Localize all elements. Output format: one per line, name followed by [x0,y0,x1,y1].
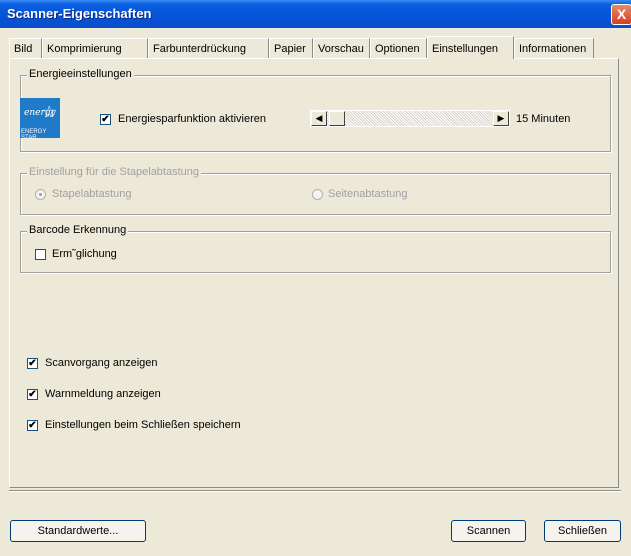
tab-optionen[interactable]: Optionen [370,38,427,58]
show-scan-progress-checkbox[interactable]: ✔ [27,358,38,369]
tab-bild[interactable]: Bild [9,38,42,58]
barcode-enable-label: Erm˜glichung [52,248,117,260]
show-warning-checkbox[interactable]: ✔ [27,389,38,400]
barcode-legend: Barcode Erkennung [27,224,129,236]
barcode-enable-checkbox[interactable] [35,249,46,260]
save-on-close-checkbox[interactable]: ✔ [27,420,38,431]
tab-komprimierung[interactable]: Komprimierung [42,38,148,58]
energy-saving-checkbox[interactable]: ✔ [100,114,111,125]
slider-thumb[interactable] [329,111,345,126]
stack-scan-radio[interactable] [35,189,46,200]
page-scan-label: Seitenabtastung [328,188,408,200]
tab-vorschau[interactable]: Vorschau [313,38,370,58]
window-title: Scanner-Eigenschaften [7,6,152,21]
energy-saving-label: Energiesparfunktion aktivieren [118,113,266,125]
title-bar: Scanner-Eigenschaften X [0,0,631,28]
sleep-minutes-value: 15 Minuten [516,113,571,125]
close-button[interactable]: Schließen [544,520,621,542]
close-window-button[interactable]: X [611,4,631,25]
show-scan-progress-label: Scanvorgang anzeigen [45,357,158,369]
energy-legend: Energieeinstellungen [27,68,134,80]
page-scan-radio[interactable] [312,189,323,200]
scan-button[interactable]: Scannen [451,520,526,542]
batch-legend: Einstellung für die Stapelabtastung [27,166,202,178]
scroll-right-icon[interactable]: ▶ [493,111,509,126]
stack-scan-label: Stapelabtastung [52,188,132,200]
tab-informationen[interactable]: Informationen [514,38,594,58]
sleep-timer-slider[interactable]: ◀ ▶ [310,110,510,127]
save-on-close-label: Einstellungen beim Schließen speichern [45,419,241,431]
show-warning-label: Warnmeldung anzeigen [45,388,161,400]
energy-logo-label: ENERGY STAR [21,129,47,141]
tab-papier[interactable]: Papier [269,38,313,58]
tab-farbunterdrueckung[interactable]: Farbunterdrückung [148,38,269,58]
tab-einstellungen[interactable]: Einstellungen [427,36,514,59]
energy-star-logo: energy ☆ ENERGY STAR [20,98,60,141]
star-icon: ☆ [42,104,57,121]
scroll-left-icon[interactable]: ◀ [311,111,327,126]
defaults-button[interactable]: Standardwerte... [10,520,146,542]
footer-divider [9,490,621,492]
